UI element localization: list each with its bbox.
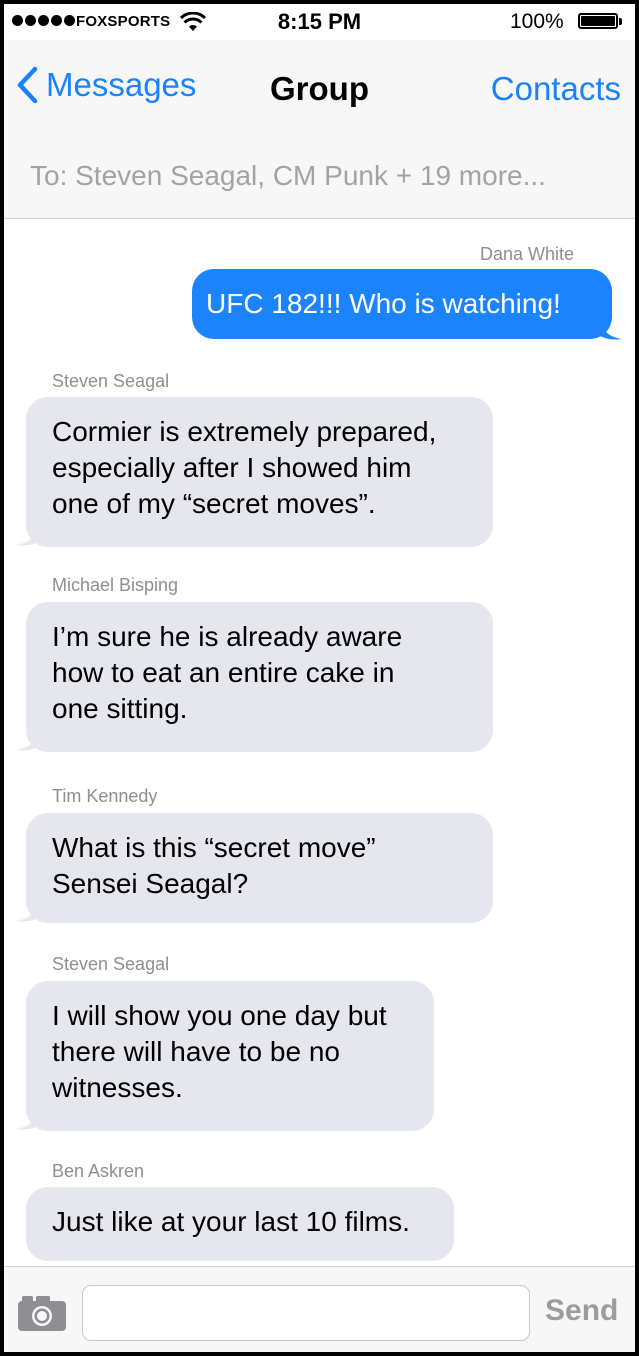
back-button[interactable]: Messages bbox=[16, 66, 196, 104]
camera-icon[interactable] bbox=[16, 1293, 68, 1333]
message-bubble-incoming[interactable]: Cormier is extremely prepared, especiall… bbox=[26, 397, 493, 547]
chevron-left-icon bbox=[17, 66, 38, 104]
page-title: Group bbox=[270, 70, 369, 107]
message-line: What is this “secret move” bbox=[52, 832, 376, 863]
message-line: I will show you one day but bbox=[52, 1000, 387, 1031]
bubble-tail bbox=[16, 1105, 42, 1130]
compose-bar: Send bbox=[4, 1266, 635, 1352]
message-line: Cormier is extremely prepared, bbox=[52, 416, 437, 447]
sender-name: Michael Bisping bbox=[52, 575, 179, 595]
message-bubble-incoming[interactable]: Just like at your last 10 films. bbox=[26, 1187, 454, 1261]
sender-name: Dana White bbox=[480, 244, 575, 264]
status-bar: FOXSPORTS 8:15 PM 100% bbox=[4, 4, 635, 40]
bubble-tail bbox=[16, 521, 42, 546]
battery-percent: 100% bbox=[510, 10, 564, 33]
message-bubble-outgoing[interactable]: UFC 182!!! Who is watching! bbox=[192, 269, 612, 339]
recipients-field[interactable]: To: Steven Seagal, CM Punk + 19 more... bbox=[4, 130, 635, 219]
battery-tip bbox=[619, 18, 622, 25]
message-line: one sitting. bbox=[52, 693, 188, 724]
battery-icon bbox=[578, 13, 618, 29]
message-bubble-incoming[interactable]: I will show you one day but there will h… bbox=[26, 981, 434, 1131]
message-input[interactable] bbox=[82, 1285, 530, 1341]
recipients-text: To: Steven Seagal, CM Punk + 19 more... bbox=[30, 160, 546, 191]
contacts-button[interactable]: Contacts bbox=[491, 70, 621, 108]
message-line: one of my “secret moves”. bbox=[52, 488, 376, 519]
sender-name: Ben Askren bbox=[52, 1161, 145, 1181]
sender-name: Steven Seagal bbox=[52, 371, 170, 391]
bubble-tail bbox=[596, 315, 622, 340]
back-label: Messages bbox=[46, 66, 197, 103]
message-line: Sensei Seagal? bbox=[52, 868, 249, 899]
message-thread[interactable]: Dana White UFC 182!!! Who is watching! S… bbox=[4, 219, 635, 1265]
message-bubble-incoming[interactable]: What is this “secret move” Sensei Seagal… bbox=[26, 813, 493, 923]
message-bubble-incoming[interactable]: I’m sure he is already aware how to eat … bbox=[26, 602, 493, 752]
phone-screen: FOXSPORTS 8:15 PM 100% Messages Group Co… bbox=[4, 4, 635, 1352]
message-line: how to eat an entire cake in bbox=[52, 657, 395, 688]
bubble-tail bbox=[16, 897, 42, 922]
message-line: I’m sure he is already aware bbox=[52, 621, 403, 652]
message-line: Just like at your last 10 films. bbox=[52, 1206, 410, 1237]
send-button[interactable]: Send bbox=[545, 1294, 618, 1328]
message-line: witnesses. bbox=[52, 1072, 183, 1103]
navigation-bar: Messages Group Contacts bbox=[4, 40, 635, 131]
sender-name: Steven Seagal bbox=[52, 954, 170, 974]
message-line: UFC 182!!! Who is watching! bbox=[206, 288, 561, 319]
bubble-tail bbox=[16, 726, 42, 751]
message-line: especially after I showed him bbox=[52, 452, 412, 483]
message-line: there will have to be no bbox=[52, 1036, 340, 1067]
sender-name: Tim Kennedy bbox=[52, 786, 158, 806]
